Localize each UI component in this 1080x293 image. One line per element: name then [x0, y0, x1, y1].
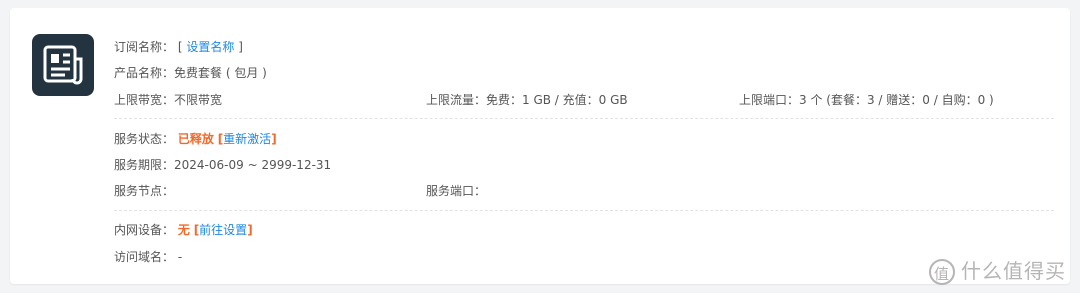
product-name-row: 产品名称：免费套餐 ( 包月 ): [114, 63, 267, 83]
service-status-label: 服务状态：: [114, 132, 175, 146]
intranet-device-row: 内网设备： 无 [前往设置]: [114, 220, 253, 240]
access-domain-label: 访问域名：: [114, 250, 175, 264]
product-name-label: 产品名称：: [114, 66, 175, 80]
set-name-link[interactable]: 设置名称: [186, 40, 234, 54]
status-badge: 已释放: [177, 132, 214, 146]
service-period-label: 服务期限：: [114, 158, 175, 172]
divider: [114, 210, 1054, 211]
service-port-row: 服务端口：: [426, 181, 486, 201]
goto-settings-link[interactable]: 前往设置: [199, 223, 247, 237]
traffic-row: 上限流量：免费：1 GB / 充值：0 GB: [426, 90, 628, 110]
traffic-label: 上限流量：: [426, 93, 487, 107]
bandwidth-row: 上限带宽：不限带宽: [114, 90, 222, 110]
bandwidth-label: 上限带宽：: [114, 93, 175, 107]
access-domain-value: -: [177, 250, 183, 264]
service-port-label: 服务端口：: [426, 184, 487, 198]
bracket-close: ]: [247, 223, 253, 237]
access-domain-row: 访问域名： -: [114, 247, 182, 267]
bandwidth-value: 不限带宽: [174, 93, 223, 107]
subscription-name-label: 订阅名称：: [114, 40, 175, 54]
newspaper-icon: [32, 34, 94, 96]
watermark-text: 什么值得买: [961, 258, 1066, 283]
service-period-value: 2024-06-09 ~ 2999-12-31: [174, 158, 332, 172]
ports-value: 3 个 (套餐：3 / 赠送：0 / 自购：0 ): [799, 93, 994, 107]
bracket-close: ]: [238, 40, 243, 54]
intranet-device-label: 内网设备：: [114, 223, 175, 237]
ports-label: 上限端口：: [739, 93, 800, 107]
divider: [114, 118, 1054, 119]
reactivate-link[interactable]: 重新激活: [223, 132, 271, 146]
bracket-open: [: [177, 40, 183, 54]
service-status-row: 服务状态： 已释放 [重新激活]: [114, 129, 277, 149]
watermark-logo-icon: 值: [929, 259, 955, 285]
watermark: 值什么值得买: [929, 255, 1066, 285]
traffic-value: 免费：1 GB / 充值：0 GB: [486, 93, 628, 107]
subscription-name-row: 订阅名称： [ 设置名称 ]: [114, 37, 243, 57]
ports-row: 上限端口：3 个 (套餐：3 / 赠送：0 / 自购：0 ): [739, 90, 994, 110]
intranet-device-value: 无: [177, 223, 190, 237]
service-node-label: 服务节点：: [114, 184, 175, 198]
service-node-row: 服务节点：: [114, 181, 174, 201]
service-period-row: 服务期限：2024-06-09 ~ 2999-12-31: [114, 155, 331, 175]
product-name-value: 免费套餐 ( 包月 ): [174, 66, 267, 80]
bracket-close: ]: [271, 132, 277, 146]
subscription-card: 订阅名称： [ 设置名称 ] 产品名称：免费套餐 ( 包月 ) 上限带宽：不限带…: [10, 8, 1070, 284]
